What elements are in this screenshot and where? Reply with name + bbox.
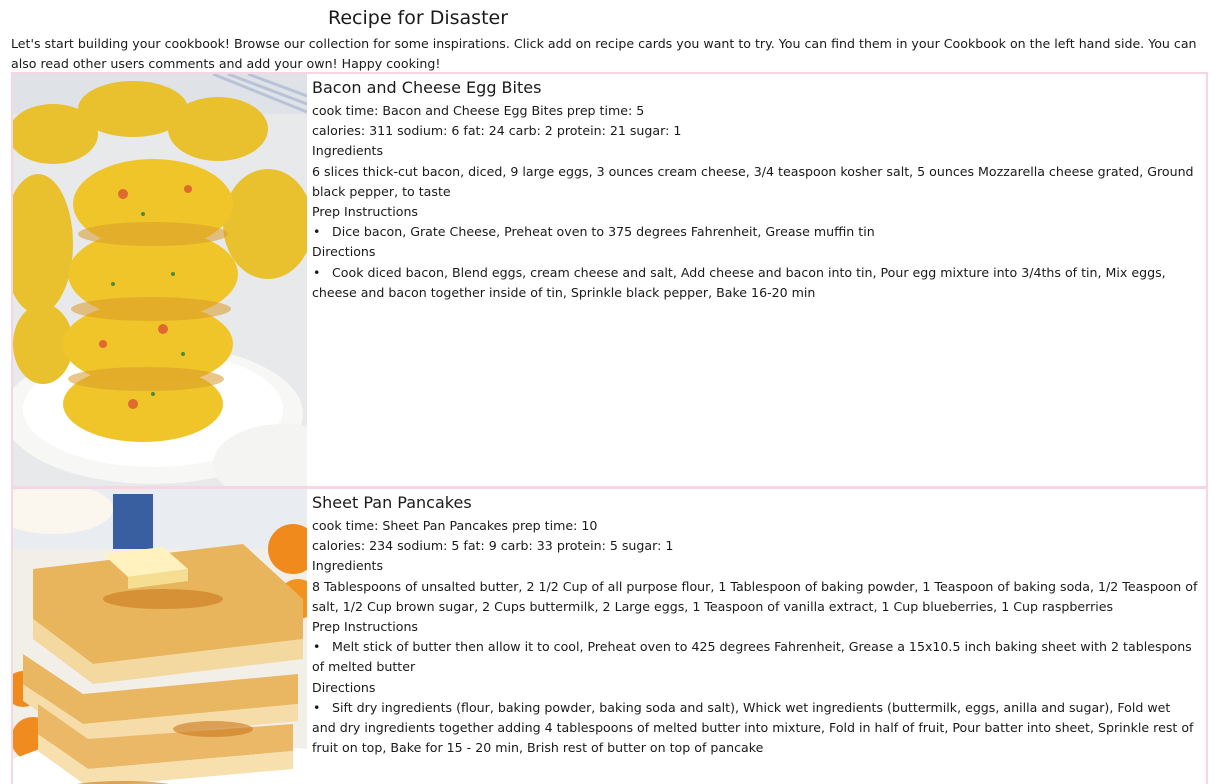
recipe-image-pancakes xyxy=(13,489,307,784)
egg-bites-photo xyxy=(13,74,307,486)
prep-text: Melt stick of butter then allow it to co… xyxy=(312,639,1192,675)
recipe-times: cook time: Bacon and Cheese Egg Bites pr… xyxy=(312,103,645,118)
bullet-icon: • xyxy=(313,639,321,655)
bullet-icon: • xyxy=(313,264,321,280)
recipe-card[interactable]: Sheet Pan Pancakes cook time: Sheet Pan … xyxy=(11,487,1208,784)
recipe-card[interactable]: Bacon and Cheese Egg Bites cook time: Ba… xyxy=(11,72,1208,488)
directions-text: Cook diced bacon, Blend eggs, cream chee… xyxy=(312,264,1166,300)
recipe-title: Bacon and Cheese Egg Bites xyxy=(312,78,542,97)
page: Recipe for Disaster Let's start building… xyxy=(0,0,1213,784)
pancakes-photo xyxy=(13,489,307,784)
directions-heading: Directions xyxy=(312,244,376,260)
bullet-icon: • xyxy=(313,224,321,240)
page-title: Recipe for Disaster xyxy=(328,7,509,29)
prep-text: Dice bacon, Grate Cheese, Preheat oven t… xyxy=(332,224,875,240)
directions-heading: Directions xyxy=(312,679,376,695)
ingredients-text: 8 Tablespoons of unsalted butter, 2 1/2 … xyxy=(312,578,1198,614)
recipe-image-egg-bites xyxy=(13,74,307,486)
recipe-nutrition: calories: 311 sodium: 6 fat: 24 carb: 2 … xyxy=(312,123,682,139)
prep-heading: Prep Instructions xyxy=(312,619,418,635)
directions-text: Sift dry ingredients (flour, baking powd… xyxy=(312,699,1194,756)
bullet-icon: • xyxy=(313,699,321,715)
recipe-title: Sheet Pan Pancakes xyxy=(312,493,472,512)
prep-heading: Prep Instructions xyxy=(312,204,418,220)
ingredients-heading: Ingredients xyxy=(312,143,384,159)
directions-item: • Sift dry ingredients (flour, baking pow… xyxy=(312,698,1198,759)
recipe-details: Sheet Pan Pancakes cook time: Sheet Pan … xyxy=(307,489,1206,784)
ingredients-text: 6 slices thick-cut bacon, diced, 9 large… xyxy=(312,163,1194,199)
prep-item: • Dice bacon, Grate Cheese, Preheat oven … xyxy=(312,222,1198,242)
directions-item: • Cook diced bacon, Blend eggs, cream che… xyxy=(312,263,1198,303)
intro-text: Let's start building your cookbook! Brow… xyxy=(11,36,1197,71)
recipe-nutrition: calories: 234 sodium: 5 fat: 9 carb: 33 … xyxy=(312,538,674,554)
ingredients-heading: Ingredients xyxy=(312,558,384,574)
recipe-details: Bacon and Cheese Egg Bites cook time: Ba… xyxy=(307,74,1206,486)
recipe-times: cook time: Sheet Pan Pancakes prep time:… xyxy=(312,518,598,533)
prep-item: • Melt stick of butter then allow it to c… xyxy=(312,637,1198,677)
